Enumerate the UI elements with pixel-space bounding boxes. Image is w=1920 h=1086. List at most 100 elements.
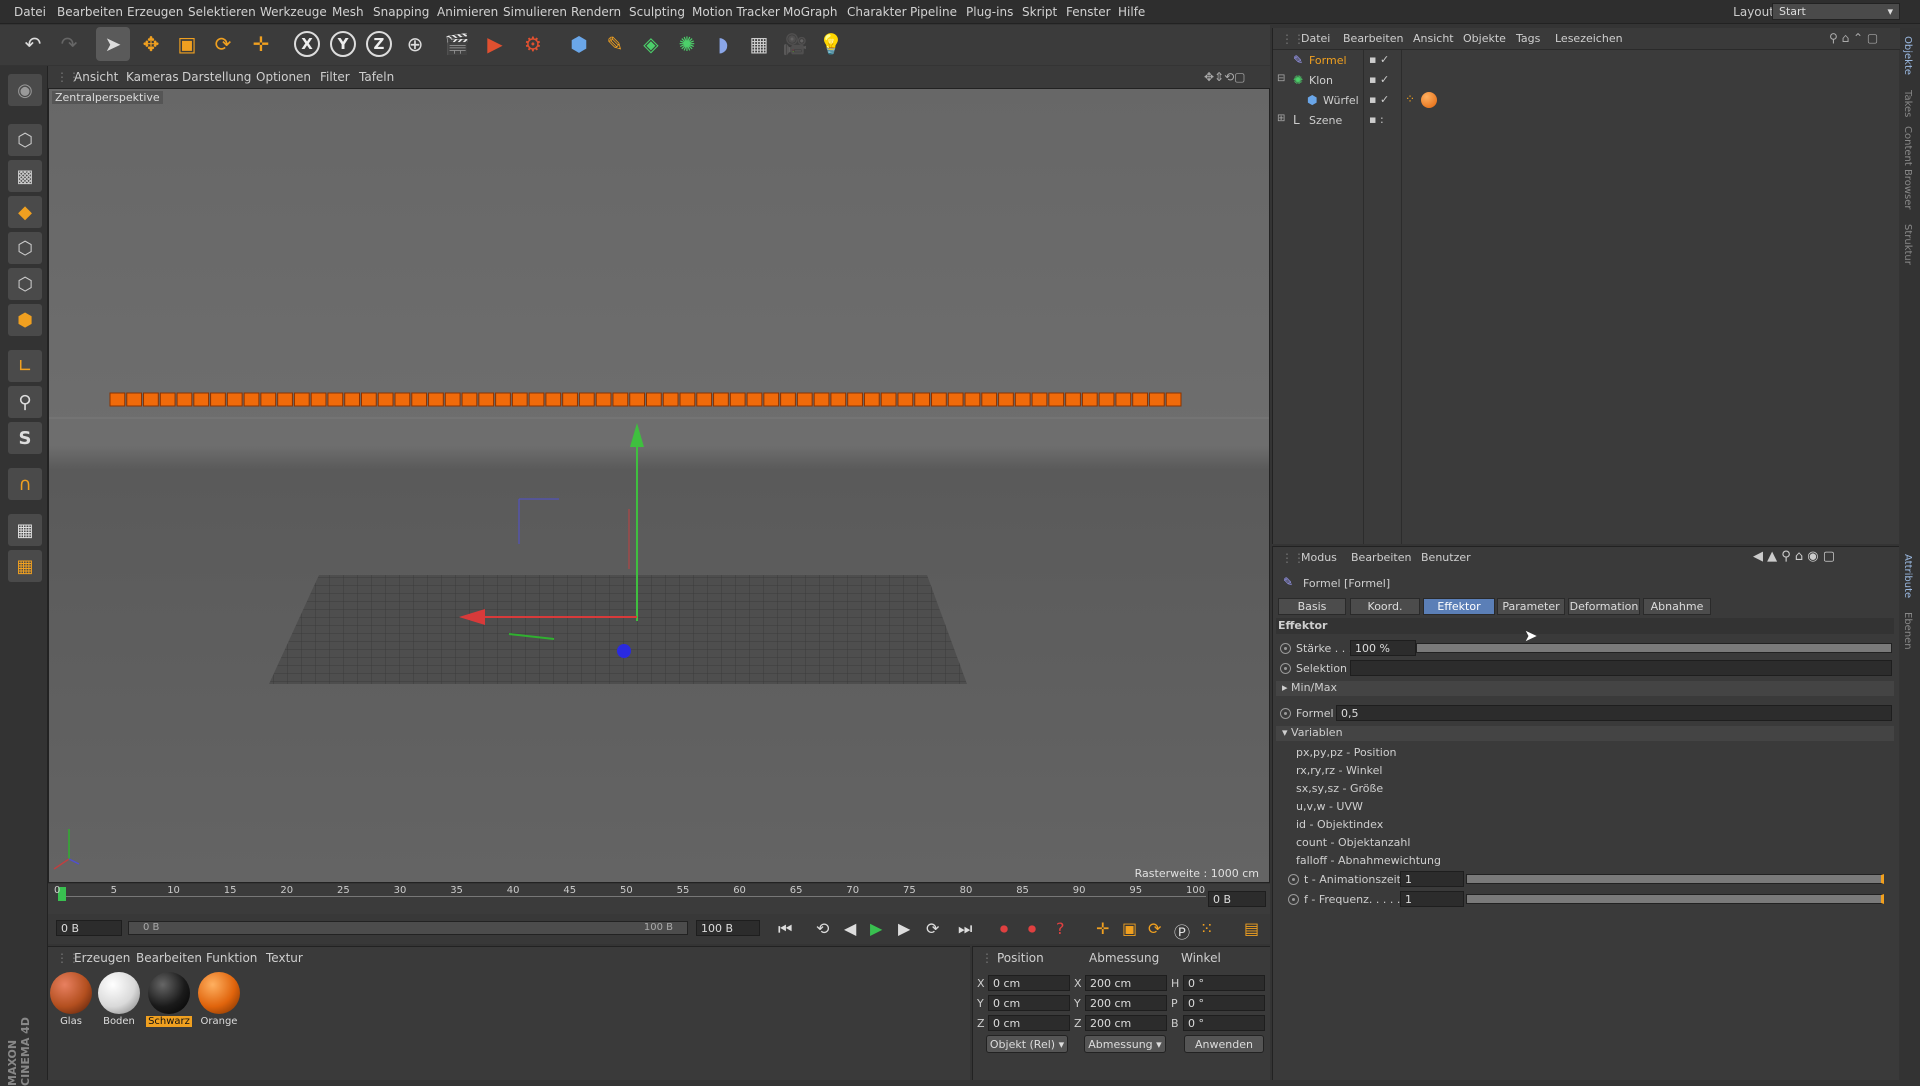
search-icon[interactable]: ⚲ ⌂ ⌃ ▢ <box>1829 31 1878 45</box>
start-frame-field[interactable]: 0 B <box>56 920 122 936</box>
clone-cube[interactable] <box>746 392 763 407</box>
menu-animieren[interactable]: Animieren <box>437 5 498 19</box>
menu-erzeugen[interactable]: Erzeugen <box>127 5 183 19</box>
z-axis-icon[interactable]: Z <box>362 27 396 61</box>
menu-hilfe[interactable]: Hilfe <box>1118 5 1145 19</box>
key-position-icon[interactable]: ✛ <box>1096 919 1109 938</box>
clone-cube[interactable] <box>578 392 595 407</box>
clone-cube[interactable] <box>1014 392 1031 407</box>
attr-menu-modus[interactable]: Modus <box>1301 551 1337 564</box>
minmax-group[interactable]: ▸ Min/Max <box>1276 681 1894 696</box>
t-param-slider[interactable] <box>1466 874 1884 884</box>
move-icon[interactable]: ✥ <box>134 27 168 61</box>
timeline-window-icon[interactable]: ▤ <box>1244 919 1259 938</box>
clone-cube[interactable] <box>360 392 377 407</box>
tab-abnahme[interactable]: Abnahme <box>1643 598 1711 615</box>
clone-cube[interactable] <box>1065 392 1081 407</box>
selection-field[interactable] <box>1350 660 1892 676</box>
current-frame-field[interactable]: 0 B <box>1208 891 1266 907</box>
deformer-icon[interactable]: ◗ <box>706 27 740 61</box>
undo-icon[interactable]: ↶ <box>16 27 50 61</box>
world-coord-icon[interactable]: ⊕ <box>398 27 432 61</box>
clone-cube[interactable] <box>528 392 545 407</box>
clone-cube[interactable] <box>880 392 897 407</box>
visibility-toggle[interactable]: ▪ ✓ <box>1369 73 1389 86</box>
z-axis-handle[interactable] <box>617 644 631 658</box>
menu-charakter[interactable]: Charakter <box>847 5 907 19</box>
y-axis-icon[interactable]: Y <box>326 27 360 61</box>
animate-radio[interactable] <box>1288 894 1299 905</box>
clone-cube[interactable] <box>293 392 310 407</box>
clone-cube[interactable] <box>763 392 780 407</box>
polygons-mode-icon[interactable]: ⬢ <box>8 304 42 336</box>
visibility-toggle[interactable]: ▪ : <box>1369 113 1384 126</box>
clone-cube[interactable] <box>159 392 176 407</box>
strength-slider[interactable] <box>1416 643 1892 653</box>
clone-cube[interactable] <box>1165 392 1182 407</box>
mat-menu-erzeugen[interactable]: Erzeugen <box>74 951 130 965</box>
menu-snapping[interactable]: Snapping <box>373 5 429 19</box>
clone-cube[interactable] <box>662 392 679 407</box>
animate-radio[interactable] <box>1280 643 1291 654</box>
clone-cube[interactable] <box>193 392 210 407</box>
position-field[interactable]: 0 cm <box>988 975 1070 991</box>
clone-cube[interactable] <box>277 392 293 407</box>
prev-key-icon[interactable]: ⟲ <box>816 919 829 938</box>
obj-menu-datei[interactable]: Datei <box>1301 32 1330 45</box>
clone-cube[interactable] <box>394 392 411 407</box>
tweak-mode-icon[interactable]: ⚲ <box>8 386 42 418</box>
clone-cube[interactable] <box>344 392 360 407</box>
mat-menu-funktion[interactable]: Funktion <box>206 951 257 965</box>
cloner-icon[interactable]: ✺ <box>670 27 704 61</box>
side-tab-ebenen[interactable]: Ebenen <box>1902 612 1913 650</box>
viewport-menu-optionen[interactable]: Optionen <box>256 70 311 84</box>
clone-cube[interactable] <box>210 392 226 407</box>
key-scale-icon[interactable]: ▣ <box>1122 919 1137 938</box>
tab-basis[interactable]: Basis <box>1278 598 1346 615</box>
select-icon[interactable]: ➤ <box>96 27 130 61</box>
menu-sculpting[interactable]: Sculpting <box>629 5 685 19</box>
visibility-toggle[interactable]: ▪ ✓ <box>1369 93 1389 106</box>
edges-mode-icon[interactable]: ⬡ <box>8 268 42 300</box>
obj-menu-tags[interactable]: Tags <box>1516 32 1540 45</box>
cube-icon[interactable]: ⬢ <box>562 27 596 61</box>
viewport-nav-icon[interactable]: ✥⇕⟲▢ <box>1204 70 1246 84</box>
floor-icon[interactable]: ▦ <box>742 27 776 61</box>
apply-button[interactable]: Anwenden <box>1184 1035 1264 1053</box>
clone-cube[interactable] <box>713 392 729 407</box>
clone-cube[interactable] <box>478 392 495 407</box>
attr-menu-bearbeiten[interactable]: Bearbeiten <box>1351 551 1411 564</box>
prev-frame-icon[interactable]: ◀ <box>844 919 856 938</box>
clone-cube[interactable] <box>964 392 981 407</box>
points-mode-icon[interactable]: ⬡ <box>8 232 42 264</box>
material-orange[interactable]: Orange <box>196 972 242 1030</box>
t-param-field[interactable]: 1 <box>1400 871 1464 887</box>
clone-cube[interactable] <box>612 392 629 407</box>
end-frame-field[interactable]: 100 B <box>696 920 760 936</box>
make-editable-icon[interactable]: ◉ <box>8 74 42 106</box>
render-settings-icon[interactable]: ⚙ <box>516 27 550 61</box>
camera-icon[interactable]: 🎥 <box>778 27 812 61</box>
clone-cube[interactable] <box>511 392 528 407</box>
magnet-icon[interactable]: ∩ <box>8 468 42 500</box>
transform-icon[interactable]: ✛ <box>244 27 278 61</box>
f-param-field[interactable]: 1 <box>1400 891 1464 907</box>
x-axis-icon[interactable]: X <box>290 27 324 61</box>
light-icon[interactable]: 💡 <box>814 27 848 61</box>
clone-cube[interactable] <box>126 392 143 407</box>
snap-icon[interactable]: S <box>8 422 42 454</box>
animate-radio[interactable] <box>1280 663 1291 674</box>
material-schwarz[interactable]: Schwarz <box>146 972 192 1030</box>
menu-werkzeuge[interactable]: Werkzeuge <box>260 5 327 19</box>
layout-select[interactable]: Start ▾ <box>1772 3 1900 20</box>
obj-menu-ansicht[interactable]: Ansicht <box>1413 32 1454 45</box>
clone-cube[interactable] <box>1081 392 1098 407</box>
clone-cube[interactable] <box>595 392 612 407</box>
clone-cube[interactable] <box>931 392 947 407</box>
mat-menu-bearbeiten[interactable]: Bearbeiten <box>136 951 202 965</box>
rotate-icon[interactable]: ⟳ <box>206 27 240 61</box>
menu-plugins[interactable]: Plug-ins <box>966 5 1013 19</box>
clone-cube[interactable] <box>947 392 964 407</box>
clone-cube[interactable] <box>226 392 243 407</box>
size-field[interactable]: 200 cm <box>1085 1015 1167 1031</box>
